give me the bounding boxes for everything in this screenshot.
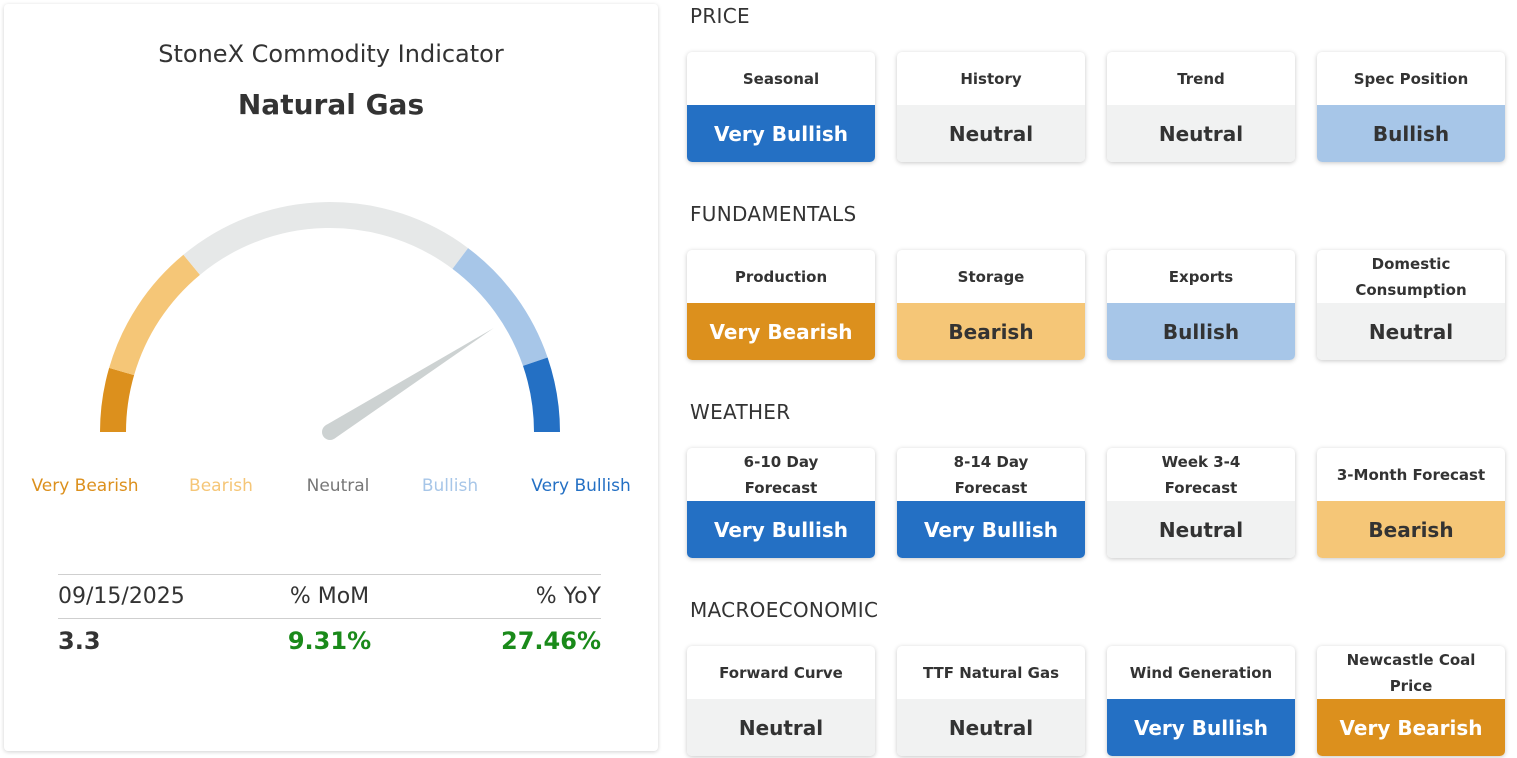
card-sentiment-value: Bearish [897, 303, 1085, 360]
card-sentiment-value: Bearish [1317, 501, 1505, 558]
card-label: Spec Position [1353, 69, 1469, 88]
stats-mom-value: 9.31% [287, 627, 372, 655]
card-label: Forward Curve [719, 663, 843, 682]
stats-header-row: 09/15/2025 % MoM % YoY [58, 574, 601, 619]
card-trend[interactable]: Trend Neutral [1107, 52, 1295, 162]
card-sentiment-value: Neutral [1317, 303, 1505, 360]
card-sentiment-value: Very Bullish [687, 105, 875, 162]
gauge-segment-bearish [109, 254, 201, 376]
card-sentiment-value: Bullish [1107, 303, 1295, 360]
card-newcastle-coal-price[interactable]: Newcastle Coal Price Very Bearish [1317, 646, 1505, 756]
card-label: 3-Month Forecast [1336, 465, 1486, 484]
card-label: History [960, 69, 1022, 88]
section-title-macroeconomic: MACROECONOMIC [690, 598, 879, 622]
card-production[interactable]: Production Very Bearish [687, 250, 875, 360]
card-sentiment-value: Very Bullish [897, 501, 1085, 558]
stats-date: 09/15/2025 [58, 584, 185, 609]
sentiment-gauge [100, 202, 560, 440]
card-sentiment-value: Neutral [897, 105, 1085, 162]
gauge-label-bearish: Bearish [189, 476, 253, 496]
card-sentiment-value: Very Bullish [687, 501, 875, 558]
card-label: Wind Generation [1129, 663, 1273, 682]
card-wind-generation[interactable]: Wind Generation Very Bullish [1107, 646, 1295, 756]
stats-table: 09/15/2025 % MoM % YoY 3.3 9.31% 27.46% [58, 574, 601, 663]
gauge-needle-hub [322, 424, 338, 440]
gauge-needle [325, 328, 494, 439]
gauge-segment-neutral [183, 202, 469, 275]
card-sentiment-value: Neutral [687, 699, 875, 756]
section-title-weather: WEATHER [690, 400, 791, 424]
card-storage[interactable]: Storage Bearish [897, 250, 1085, 360]
card-label: Storage [957, 267, 1025, 286]
card-label: Production [734, 267, 828, 286]
card-label: 6-10 Day Forecast [743, 452, 819, 497]
gauge-segment-very-bullish [522, 357, 560, 433]
card-sentiment-value: Very Bearish [1317, 699, 1505, 756]
card-label: Trend [1177, 69, 1225, 88]
gauge-segment-bullish [452, 248, 548, 367]
card-ttf-natural-gas[interactable]: TTF Natural Gas Neutral [897, 646, 1085, 756]
gauge-segment-very-bearish [100, 367, 135, 433]
card-label: 8-14 Day Forecast [953, 452, 1029, 497]
card-sentiment-value: Neutral [897, 699, 1085, 756]
card-exports[interactable]: Exports Bullish [1107, 250, 1295, 360]
section-title-fundamentals: FUNDAMENTALS [690, 202, 857, 226]
card-label: Exports [1168, 267, 1234, 286]
gauge-label-very-bearish: Very Bearish [31, 476, 139, 496]
card-8-14-day-forecast[interactable]: 8-14 Day Forecast Very Bullish [897, 448, 1085, 558]
stats-value: 3.3 [58, 627, 101, 655]
card-label: Domestic Consumption [1355, 254, 1467, 299]
card-label: Seasonal [742, 69, 820, 88]
gauge-label-bullish: Bullish [421, 476, 479, 496]
card-seasonal[interactable]: Seasonal Very Bullish [687, 52, 875, 162]
gauge-label-very-bullish: Very Bullish [531, 476, 631, 496]
card-history[interactable]: History Neutral [897, 52, 1085, 162]
indicator-panel: StoneX Commodity Indicator Natural Gas V… [4, 4, 658, 751]
card-domestic-consumption[interactable]: Domestic Consumption Neutral [1317, 250, 1505, 360]
card-6-10-day-forecast[interactable]: 6-10 Day Forecast Very Bullish [687, 448, 875, 558]
card-sentiment-value: Neutral [1107, 105, 1295, 162]
card-sentiment-value: Very Bullish [1107, 699, 1295, 756]
card-sentiment-value: Bullish [1317, 105, 1505, 162]
card-sentiment-value: Neutral [1107, 501, 1295, 558]
gauge-label-neutral: Neutral [306, 476, 370, 496]
stats-yoy-label: % YoY [535, 584, 601, 609]
card-spec-position[interactable]: Spec Position Bullish [1317, 52, 1505, 162]
card-label: Newcastle Coal Price [1346, 650, 1476, 695]
card-forward-curve[interactable]: Forward Curve Neutral [687, 646, 875, 756]
card-sentiment-value: Very Bearish [687, 303, 875, 360]
card-label: TTF Natural Gas [922, 663, 1060, 682]
card-week-3-4-forecast[interactable]: Week 3-4 Forecast Neutral [1107, 448, 1295, 558]
stats-mom-label: % MoM [289, 584, 370, 609]
card-3-month-forecast[interactable]: 3-Month Forecast Bearish [1317, 448, 1505, 558]
stats-values-row: 3.3 9.31% 27.46% [58, 619, 601, 663]
stats-yoy-value: 27.46% [501, 627, 601, 655]
card-label: Week 3-4 Forecast [1161, 452, 1241, 497]
section-title-price: PRICE [690, 4, 750, 28]
